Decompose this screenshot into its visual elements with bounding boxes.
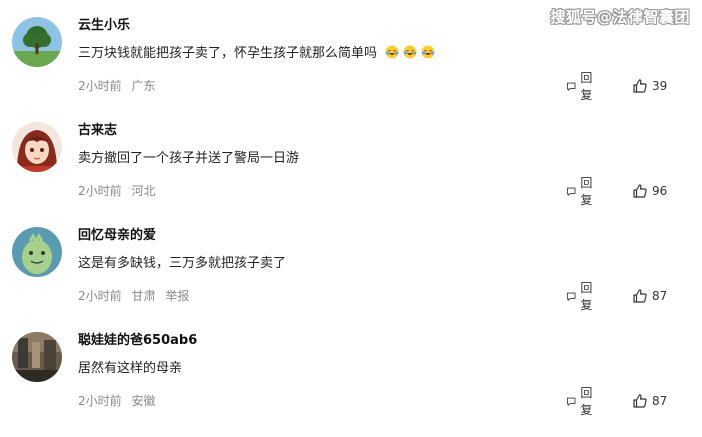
reply-label: 回复 — [580, 281, 593, 312]
like-count: 96 — [652, 184, 668, 198]
reply-icon — [566, 187, 576, 196]
anime-girl-avatar-icon — [12, 122, 62, 172]
thumbs-up-icon — [633, 79, 647, 93]
comment-item: 聪娃娃的爸650ab6 居然有这样的母亲 2小时前 安徽 回复 87 — [0, 332, 702, 437]
like-button[interactable]: 87 — [632, 391, 667, 411]
like-button[interactable]: 96 — [632, 181, 667, 201]
reply-button[interactable]: 回复 — [566, 386, 597, 417]
like-count: 87 — [652, 394, 668, 408]
username[interactable]: 云生小乐 — [78, 17, 130, 35]
laughing-crying-emoji-icon — [385, 45, 399, 59]
location: 广东 — [131, 79, 156, 93]
reply-button[interactable]: 回复 — [566, 176, 597, 207]
comment-text: 卖方撤回了一个孩子并送了警局一日游 — [78, 151, 300, 166]
laughing-crying-emoji-icon — [421, 45, 435, 59]
tree-avatar-icon — [12, 17, 62, 67]
reply-label: 回复 — [580, 176, 593, 207]
timestamp: 2小时前 — [78, 394, 122, 408]
reply-label: 回复 — [580, 71, 593, 102]
timestamp: 2小时前 — [78, 184, 122, 198]
reply-icon — [566, 82, 576, 91]
thumbs-up-icon — [633, 289, 647, 303]
green-cartoon-avatar-icon — [12, 227, 62, 277]
avatar[interactable] — [12, 122, 62, 172]
comment-item: 回忆母亲的爱 这是有多缺钱，三万多就把孩子卖了 2小时前 甘肃 举报 回复 87 — [0, 227, 702, 332]
location: 河北 — [131, 184, 156, 198]
like-count: 39 — [652, 79, 668, 93]
like-button[interactable]: 39 — [632, 76, 667, 96]
avatar[interactable] — [12, 227, 62, 277]
comment-meta: 2小时前 甘肃 举报 — [78, 288, 195, 304]
location: 甘肃 — [131, 289, 156, 303]
reply-button[interactable]: 回复 — [566, 281, 597, 312]
timestamp: 2小时前 — [78, 79, 122, 93]
comment-meta: 2小时前 安徽 — [78, 393, 161, 409]
reply-icon — [566, 397, 576, 406]
reply-icon — [566, 292, 576, 301]
thumbs-up-icon — [633, 184, 647, 198]
comment-text-body: 三万块钱就能把孩子卖了，怀孕生孩子就那么简单吗 — [78, 46, 378, 61]
username[interactable]: 古来志 — [78, 122, 117, 140]
comment-meta: 2小时前 河北 — [78, 183, 161, 199]
reply-button[interactable]: 回复 — [566, 71, 597, 102]
avatar[interactable] — [12, 17, 62, 67]
like-count: 87 — [652, 289, 668, 303]
laughing-crying-emoji-icon — [403, 45, 417, 59]
username[interactable]: 回忆母亲的爱 — [78, 227, 156, 245]
comment-text: 居然有这样的母亲 — [78, 361, 183, 376]
like-button[interactable]: 87 — [632, 286, 667, 306]
avatar[interactable] — [12, 332, 62, 382]
reply-label: 回复 — [580, 386, 593, 417]
username[interactable]: 聪娃娃的爸650ab6 — [78, 332, 197, 350]
comment-item: 云生小乐 三万块钱就能把孩子卖了，怀孕生孩子就那么简单吗 2小时前 广东 回复 … — [0, 17, 702, 122]
photo-avatar-icon — [12, 332, 62, 382]
comment-text: 三万块钱就能把孩子卖了，怀孕生孩子就那么简单吗 — [78, 45, 435, 63]
report-link[interactable]: 举报 — [165, 289, 189, 303]
location: 安徽 — [131, 394, 156, 408]
comment-meta: 2小时前 广东 — [78, 78, 161, 94]
timestamp: 2小时前 — [78, 289, 122, 303]
comment-item: 古来志 卖方撤回了一个孩子并送了警局一日游 2小时前 河北 回复 96 — [0, 122, 702, 227]
thumbs-up-icon — [633, 394, 647, 408]
comment-text: 这是有多缺钱，三万多就把孩子卖了 — [78, 256, 287, 271]
